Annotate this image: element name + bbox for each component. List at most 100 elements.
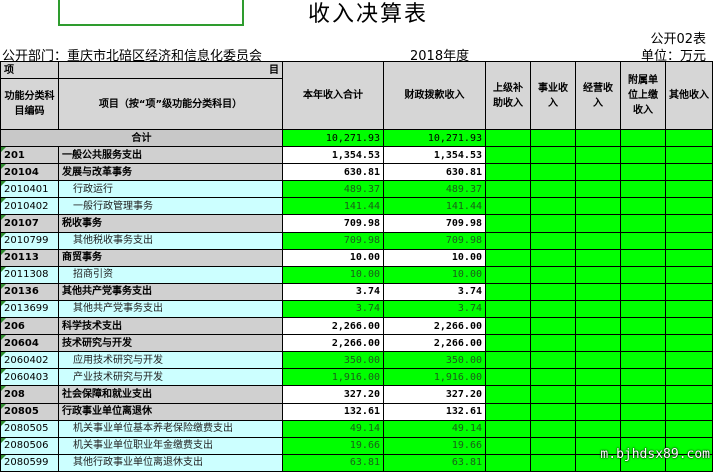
empty-income-cell[interactable] <box>575 351 621 370</box>
table-row[interactable]: 20805 行政事业单位离退休 132.61 132.61 <box>0 402 713 421</box>
code-cell[interactable]: 2010401 <box>0 180 59 199</box>
total-income-cell[interactable]: 10,271.93 <box>282 128 384 148</box>
total-income-cell[interactable]: 630.81 <box>282 163 384 182</box>
total-income-cell[interactable]: 350.00 <box>282 351 384 370</box>
name-cell[interactable]: 一般公共服务支出 <box>58 146 283 165</box>
table-row[interactable]: 2010799 其他税收事务支出 709.98 709.98 <box>0 231 713 250</box>
empty-income-cell[interactable] <box>620 231 666 250</box>
name-cell[interactable]: 其他税收事务支出 <box>58 231 283 250</box>
empty-income-cell[interactable] <box>575 128 621 148</box>
empty-income-cell[interactable] <box>530 128 576 148</box>
empty-income-cell[interactable] <box>485 453 531 472</box>
empty-income-cell[interactable] <box>575 368 621 387</box>
empty-income-cell[interactable] <box>665 317 713 336</box>
empty-income-cell[interactable] <box>485 317 531 336</box>
empty-income-cell[interactable] <box>665 163 713 182</box>
empty-income-cell[interactable] <box>485 436 531 455</box>
empty-income-cell[interactable] <box>665 180 713 199</box>
total-income-cell[interactable]: 10.00 <box>282 265 384 284</box>
empty-income-cell[interactable] <box>530 368 576 387</box>
empty-income-cell[interactable] <box>485 334 531 353</box>
empty-income-cell[interactable] <box>530 248 576 267</box>
table-row[interactable]: 20136 其他共产党事务支出 3.74 3.74 <box>0 282 713 301</box>
table-row[interactable]: 20107 税收事务 709.98 709.98 <box>0 214 713 233</box>
fiscal-income-cell[interactable]: 3.74 <box>383 282 486 301</box>
empty-income-cell[interactable] <box>530 163 576 182</box>
name-cell[interactable]: 科学技术支出 <box>58 317 283 336</box>
empty-income-cell[interactable] <box>530 317 576 336</box>
total-income-cell[interactable]: 132.61 <box>282 402 384 421</box>
empty-income-cell[interactable] <box>620 248 666 267</box>
fiscal-income-cell[interactable]: 3.74 <box>383 299 486 319</box>
name-cell[interactable]: 发展与改革事务 <box>58 163 283 182</box>
code-cell[interactable]: 2060402 <box>0 351 59 370</box>
empty-income-cell[interactable] <box>575 299 621 319</box>
table-row[interactable]: 20104 发展与改革事务 630.81 630.81 <box>0 163 713 182</box>
empty-income-cell[interactable] <box>620 299 666 319</box>
total-income-cell[interactable]: 3.74 <box>282 282 384 301</box>
fiscal-income-cell[interactable]: 19.66 <box>383 436 486 455</box>
empty-income-cell[interactable] <box>665 351 713 370</box>
fiscal-income-cell[interactable]: 10.00 <box>383 265 486 284</box>
empty-income-cell[interactable] <box>620 351 666 370</box>
table-row[interactable]: 2060403 产业技术研究与开发 1,916.00 1,916.00 <box>0 368 713 387</box>
code-cell[interactable]: 2010402 <box>0 197 59 216</box>
total-income-cell[interactable]: 2,266.00 <box>282 334 384 353</box>
empty-income-cell[interactable] <box>485 248 531 267</box>
total-income-cell[interactable]: 2,266.00 <box>282 317 384 336</box>
empty-income-cell[interactable] <box>575 180 621 199</box>
empty-income-cell[interactable] <box>665 248 713 267</box>
total-income-cell[interactable]: 709.98 <box>282 231 384 250</box>
empty-income-cell[interactable] <box>485 128 531 148</box>
fiscal-income-cell[interactable]: 49.14 <box>383 419 486 438</box>
empty-income-cell[interactable] <box>530 231 576 250</box>
name-cell[interactable]: 其他共产党事务支出 <box>58 299 283 319</box>
empty-income-cell[interactable] <box>665 368 713 387</box>
table-row[interactable]: 201 一般公共服务支出 1,354.53 1,354.53 <box>0 146 713 165</box>
empty-income-cell[interactable] <box>665 146 713 165</box>
code-cell[interactable]: 2060403 <box>0 368 59 387</box>
name-cell[interactable]: 一般行政管理事务 <box>58 197 283 216</box>
name-cell[interactable]: 产业技术研究与开发 <box>58 368 283 387</box>
empty-income-cell[interactable] <box>530 180 576 199</box>
fiscal-income-cell[interactable]: 709.98 <box>383 214 486 233</box>
empty-income-cell[interactable] <box>665 231 713 250</box>
code-cell[interactable]: 2080599 <box>0 453 59 472</box>
name-cell[interactable]: 技术研究与开发 <box>58 334 283 353</box>
empty-income-cell[interactable] <box>530 402 576 421</box>
table-row[interactable]: 20113 商贸事务 10.00 10.00 <box>0 248 713 267</box>
empty-income-cell[interactable] <box>575 385 621 404</box>
empty-income-cell[interactable] <box>485 385 531 404</box>
name-cell[interactable]: 其他共产党事务支出 <box>58 282 283 301</box>
total-income-cell[interactable]: 141.44 <box>282 197 384 216</box>
empty-income-cell[interactable] <box>485 197 531 216</box>
total-income-cell[interactable]: 327.20 <box>282 385 384 404</box>
code-cell[interactable]: 20107 <box>0 214 59 233</box>
empty-income-cell[interactable] <box>620 334 666 353</box>
total-income-cell[interactable]: 709.98 <box>282 214 384 233</box>
empty-income-cell[interactable] <box>530 197 576 216</box>
table-row[interactable]: 合计 10,271.93 10,271.93 <box>0 128 713 148</box>
empty-income-cell[interactable] <box>620 368 666 387</box>
code-cell[interactable]: 206 <box>0 317 59 336</box>
empty-income-cell[interactable] <box>620 163 666 182</box>
name-cell[interactable]: 商贸事务 <box>58 248 283 267</box>
total-label-cell[interactable]: 合计 <box>0 128 283 148</box>
empty-income-cell[interactable] <box>575 402 621 421</box>
empty-income-cell[interactable] <box>665 265 713 284</box>
name-cell[interactable]: 机关事业单位职业年金缴费支出 <box>58 436 283 455</box>
table-row[interactable]: 2013699 其他共产党事务支出 3.74 3.74 <box>0 299 713 319</box>
empty-income-cell[interactable] <box>530 214 576 233</box>
table-row[interactable]: 2011308 招商引资 10.00 10.00 <box>0 265 713 284</box>
fiscal-income-cell[interactable]: 10,271.93 <box>383 128 486 148</box>
empty-income-cell[interactable] <box>530 351 576 370</box>
fiscal-income-cell[interactable]: 709.98 <box>383 231 486 250</box>
fiscal-income-cell[interactable]: 10.00 <box>383 248 486 267</box>
table-row[interactable]: 20604 技术研究与开发 2,266.00 2,266.00 <box>0 334 713 353</box>
empty-income-cell[interactable] <box>530 282 576 301</box>
empty-income-cell[interactable] <box>620 317 666 336</box>
total-income-cell[interactable]: 10.00 <box>282 248 384 267</box>
empty-income-cell[interactable] <box>530 453 576 472</box>
empty-income-cell[interactable] <box>665 197 713 216</box>
fiscal-income-cell[interactable]: 2,266.00 <box>383 334 486 353</box>
